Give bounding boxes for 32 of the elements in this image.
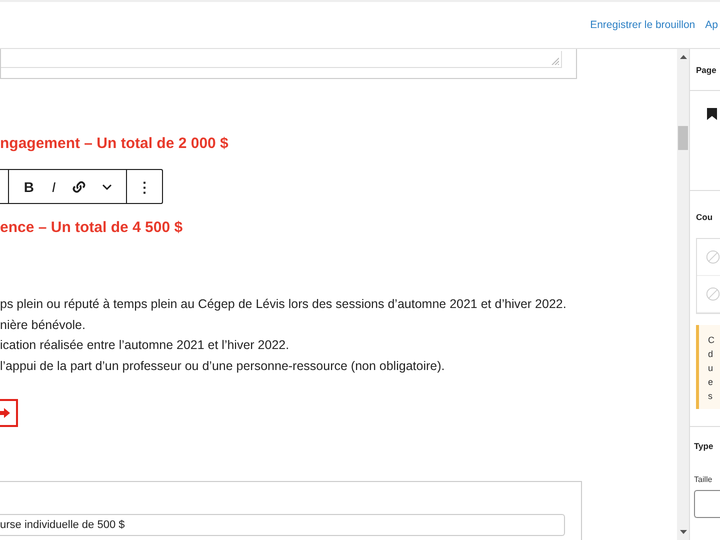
- bookmark-icon: [707, 108, 717, 120]
- section-heading: Type: [694, 441, 714, 451]
- scrollbar-thumb[interactable]: [678, 126, 688, 150]
- scrollbar[interactable]: [677, 49, 689, 540]
- notice-text: s: [708, 390, 714, 403]
- notice-text: u: [708, 362, 714, 375]
- resize-grip-icon[interactable]: [551, 57, 559, 65]
- italic-button[interactable]: I: [50, 178, 58, 194]
- field-label: Taille: [694, 475, 714, 484]
- notice-text: e: [708, 376, 714, 389]
- bold-button[interactable]: B: [22, 178, 36, 194]
- notice-text: C: [708, 334, 716, 347]
- scroll-up-icon[interactable]: [680, 55, 686, 59]
- chevron-down-icon[interactable]: [101, 182, 114, 190]
- list-item: ps plein ou réputé à temps plein au Cégep de Lévis lors des sessions d’automne 2021 et d’hiver 2022.: [0, 296, 568, 313]
- heading: ngagement – Un total de 2 000 $: [0, 134, 230, 154]
- notice-text: d: [708, 348, 714, 361]
- list-item: nière bénévole.: [0, 316, 86, 334]
- header-link[interactable]: Ap: [705, 19, 718, 31]
- header-link[interactable]: Enregistrer le brouillon: [590, 19, 696, 31]
- heading: ence – Un total de 4 500 $: [0, 218, 184, 238]
- arrow-right-icon: [0, 408, 10, 418]
- list-item: ication réalisée entre l’automne 2021 et l’hiver 2022.: [0, 337, 290, 354]
- section-heading: Cou: [696, 212, 714, 222]
- size-field[interactable]: [694, 490, 720, 518]
- scroll-down-icon[interactable]: [680, 530, 686, 534]
- link-icon[interactable]: [71, 178, 88, 194]
- input-field[interactable]: urse individuelle de 500 $: [0, 514, 565, 536]
- more-options-button[interactable]: ⋮: [136, 178, 154, 194]
- list-item: l’appui de la part d’un professeur ou d’une personne-ressource (non obligatoire).: [0, 358, 446, 375]
- arrow-button[interactable]: [0, 399, 18, 427]
- sidebar-tab[interactable]: Page: [696, 64, 716, 74]
